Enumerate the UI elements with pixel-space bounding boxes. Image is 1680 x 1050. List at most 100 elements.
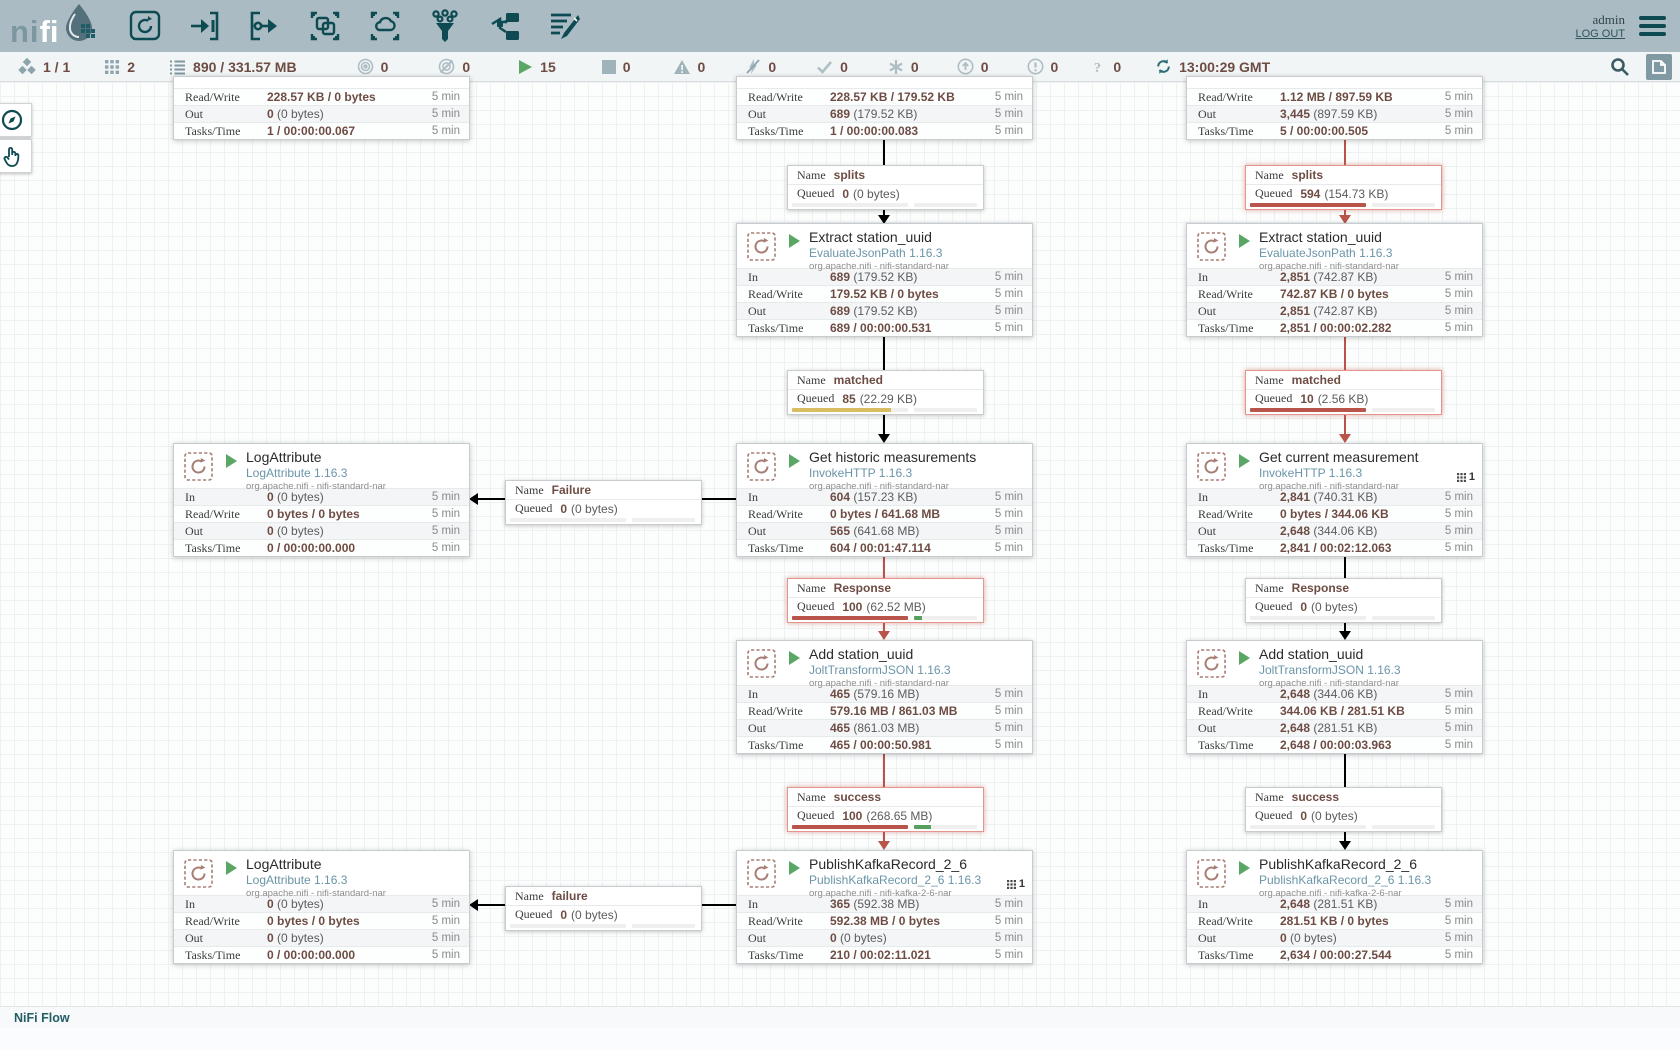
backpressure-bars bbox=[506, 517, 701, 524]
processor-type-icon bbox=[746, 231, 777, 267]
processor-get-current-measurement[interactable]: Get current measurementInvokeHTTP 1.16.3… bbox=[1186, 443, 1483, 557]
connection-label-matched-right[interactable]: NamematchedQueued10(2.56 KB) bbox=[1245, 370, 1442, 415]
status-up-to-date: 0 bbox=[816, 59, 848, 75]
processor-bundle: org.apache.nifi - nifi-standard-nar bbox=[809, 482, 976, 492]
connection-label-splits-mid[interactable]: NamesplitsQueued0(0 bytes) bbox=[787, 165, 984, 210]
processor-header: LogAttributeLogAttribute 1.16.3org.apach… bbox=[174, 851, 469, 895]
stat-row: Out565 (641.68 MB)5 min bbox=[737, 522, 1032, 539]
process-group-toolbar-icon[interactable] bbox=[307, 8, 343, 44]
stat-label: Read/Write bbox=[174, 507, 267, 522]
connection-label-response-mid[interactable]: NameResponseQueued100(62.52 MB) bbox=[787, 578, 984, 623]
template-toolbar-icon[interactable] bbox=[487, 8, 523, 44]
input-port-toolbar-icon[interactable] bbox=[187, 8, 223, 44]
cluster-icon bbox=[18, 58, 36, 75]
threads-grid-icon bbox=[104, 59, 120, 75]
stat-value: 742.87 KB / 0 bytes bbox=[1280, 287, 1445, 301]
refresh-icon[interactable] bbox=[1155, 58, 1172, 75]
stat-window: 5 min bbox=[1445, 915, 1482, 927]
queued-count: 0 bbox=[560, 908, 567, 922]
processor-bundle: org.apache.nifi - nifi-standard-nar bbox=[246, 482, 386, 492]
funnel-toolbar-icon[interactable] bbox=[427, 8, 463, 44]
processor-type-icon bbox=[183, 451, 214, 487]
processor-add-station-uuid-2[interactable]: Add station_uuidJoltTransformJSON 1.16.3… bbox=[1186, 640, 1483, 754]
processor-logattribute-2[interactable]: LogAttributeLogAttribute 1.16.3org.apach… bbox=[173, 850, 470, 964]
stat-row: Read/Write179.52 KB / 0 bytes5 min bbox=[737, 285, 1032, 302]
connection-name-row: Namesplits bbox=[1246, 166, 1441, 184]
processor-title: PublishKafkaRecord_2_6 bbox=[809, 857, 981, 871]
stat-row: Read/Write0 bytes / 0 bytes5 min bbox=[174, 912, 469, 929]
search-icon[interactable] bbox=[1610, 57, 1630, 77]
processor-type-icon bbox=[746, 451, 777, 487]
stat-window: 5 min bbox=[1445, 898, 1482, 910]
processor-add-station-uuid-1[interactable]: Add station_uuidJoltTransformJSON 1.16.3… bbox=[736, 640, 1033, 754]
backpressure-count-bar bbox=[510, 924, 626, 928]
label-toolbar-icon[interactable] bbox=[547, 8, 583, 44]
queued-count: 594 bbox=[1300, 187, 1320, 201]
queued-count: 100 bbox=[842, 600, 862, 614]
stat-value: 1.12 MB / 897.59 KB bbox=[1280, 90, 1445, 104]
queued-size: (2.56 KB) bbox=[1318, 392, 1369, 406]
connection-queued-row: Queued85(22.29 KB) bbox=[788, 389, 983, 407]
pan-hand-button[interactable] bbox=[0, 139, 32, 173]
processor-partial[interactable]: Read/Write228.57 KB / 0 bytes5 minOut0 (… bbox=[173, 76, 470, 140]
processor-publishkafkarecord-2[interactable]: PublishKafkaRecord_2_6PublishKafkaRecord… bbox=[1186, 850, 1483, 964]
transmitting-icon bbox=[357, 58, 374, 75]
connection-label-success-right[interactable]: NamesuccessQueued0(0 bytes) bbox=[1245, 787, 1442, 832]
processor-partial[interactable]: Read/Write228.57 KB / 179.52 KB5 minOut6… bbox=[736, 76, 1033, 140]
stat-label: Out bbox=[737, 524, 830, 539]
processor-logattribute-1[interactable]: LogAttributeLogAttribute 1.16.3org.apach… bbox=[173, 443, 470, 557]
connection-label-success-mid[interactable]: NamesuccessQueued100(268.65 MB) bbox=[787, 787, 984, 832]
processor-header: PublishKafkaRecord_2_6PublishKafkaRecord… bbox=[1187, 851, 1482, 895]
nifi-logo: nifi bbox=[10, 2, 97, 50]
status-refresh[interactable]: 13:00:29 GMT bbox=[1155, 58, 1270, 75]
global-menu-icon[interactable] bbox=[1639, 12, 1666, 40]
processor-header: PublishKafkaRecord_2_6PublishKafkaRecord… bbox=[737, 851, 1032, 895]
stat-value: 0 bytes / 344.06 KB bbox=[1280, 507, 1445, 521]
stat-window: 5 min bbox=[1445, 125, 1482, 137]
component-toolbar bbox=[127, 8, 583, 44]
stat-row: Read/Write228.57 KB / 0 bytes5 min bbox=[174, 88, 469, 105]
queued-size: (22.29 KB) bbox=[860, 392, 917, 406]
connection-name-row: Namesplits bbox=[788, 166, 983, 184]
stat-row: Out3,445 (897.59 KB)5 min bbox=[1187, 105, 1482, 122]
breadcrumb-root[interactable]: NiFi Flow bbox=[14, 1011, 70, 1025]
stat-label: Read/Write bbox=[174, 914, 267, 929]
connection-queued-row: Queued0(0 bytes) bbox=[1246, 597, 1441, 615]
stat-window: 5 min bbox=[432, 491, 469, 503]
connection-label-response-right[interactable]: NameResponseQueued0(0 bytes) bbox=[1245, 578, 1442, 623]
stat-label: Tasks/Time bbox=[1187, 321, 1280, 336]
stat-window: 5 min bbox=[995, 722, 1032, 734]
processor-toolbar-icon[interactable] bbox=[127, 8, 163, 44]
stat-window: 5 min bbox=[995, 932, 1032, 944]
settings-button[interactable] bbox=[1646, 54, 1672, 80]
processor-publishkafkarecord-1[interactable]: PublishKafkaRecord_2_6PublishKafkaRecord… bbox=[736, 850, 1033, 964]
stat-value: 3,445 (897.59 KB) bbox=[1280, 107, 1445, 121]
up-to-date-icon bbox=[816, 60, 833, 74]
stat-value: 228.57 KB / 179.52 KB bbox=[830, 90, 995, 104]
processor-extract-station-uuid-2[interactable]: Extract station_uuidEvaluateJsonPath 1.1… bbox=[1186, 223, 1483, 337]
connection-label-failure-1[interactable]: NameFailureQueued0(0 bytes) bbox=[505, 480, 702, 525]
flow-canvas[interactable]: Read/Write228.57 KB / 0 bytes5 minOut0 (… bbox=[0, 82, 1680, 1028]
birdseye-button[interactable] bbox=[0, 103, 32, 137]
logout-link[interactable]: LOG OUT bbox=[1575, 28, 1625, 40]
stat-label: Out bbox=[1187, 931, 1280, 946]
output-port-toolbar-icon[interactable] bbox=[247, 8, 283, 44]
stat-row: Out0 (0 bytes)5 min bbox=[174, 105, 469, 122]
connection-label-splits-right[interactable]: NamesplitsQueued594(154.73 KB) bbox=[1245, 165, 1442, 210]
connection-arrow-icon bbox=[1339, 841, 1351, 850]
processor-type-icon bbox=[1196, 648, 1227, 684]
processor-get-historic-measurements[interactable]: Get historic measurementsInvokeHTTP 1.16… bbox=[736, 443, 1033, 557]
stat-label: Read/Write bbox=[737, 287, 830, 302]
active-threads-badge: 1 bbox=[1007, 878, 1025, 890]
run-status-icon bbox=[789, 234, 800, 248]
processor-extract-station-uuid-1[interactable]: Extract station_uuidEvaluateJsonPath 1.1… bbox=[736, 223, 1033, 337]
status-locally-modified-and-stale: 0 bbox=[1027, 58, 1059, 75]
remote-process-group-toolbar-icon[interactable] bbox=[367, 8, 403, 44]
connection-label-matched-mid[interactable]: NamematchedQueued85(22.29 KB) bbox=[787, 370, 984, 415]
stat-window: 5 min bbox=[1445, 491, 1482, 503]
stat-window: 5 min bbox=[1445, 271, 1482, 283]
connection-label-failure-2[interactable]: NamefailureQueued0(0 bytes) bbox=[505, 886, 702, 931]
run-status-icon bbox=[789, 651, 800, 665]
processor-partial[interactable]: Read/Write1.12 MB / 897.59 KB5 minOut3,4… bbox=[1186, 76, 1483, 140]
stat-label: Tasks/Time bbox=[1187, 541, 1280, 556]
